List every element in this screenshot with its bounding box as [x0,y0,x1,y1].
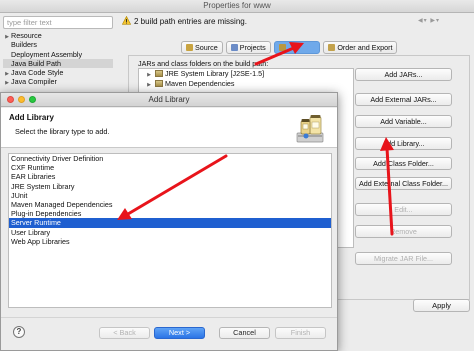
dialog-title: Add Library [148,95,190,104]
cancel-button[interactable]: Cancel [219,327,270,339]
dialog-header: Add Library Select the library type to a… [1,108,337,148]
back-button[interactable]: < Back [99,327,150,339]
nav-item-label: Builders [11,40,37,50]
finish-button[interactable]: Finish [275,327,326,339]
add-jars-button[interactable]: Add JARs... [355,68,452,81]
nav-item[interactable]: ▶ Resource [3,31,113,40]
tab-source[interactable]: Source [181,41,223,54]
library-type-item[interactable]: Maven Managed Dependencies [9,200,331,209]
library-jars-icon [296,115,324,143]
properties-titlebar: Properties for www [0,0,474,13]
status-message-text: 2 build path entries are missing. [134,17,247,26]
tab-label: Source [195,43,218,52]
apply-button[interactable]: Apply [413,299,470,312]
library-icon [155,70,163,77]
source-folder-icon [186,44,193,51]
library-type-item[interactable]: CXF Runtime [9,163,331,172]
properties-nav-tree: ▶ Resource Builders Deployment Assembly Java… [3,31,113,97]
library-type-item[interactable]: Connectivity Driver Definition [9,154,331,163]
add-library-button[interactable]: Add Library... [355,137,452,150]
nav-item[interactable]: Deployment Assembly [3,50,113,59]
add-library-dialog: Add Library Add Library Select the libra… [0,92,338,351]
nav-item[interactable]: Builders [3,40,113,49]
library-type-item[interactable]: JUnit [9,191,331,200]
nav-item-label: Deployment Assembly [11,49,83,59]
add-variable-button[interactable]: Add Variable... [355,115,452,128]
dialog-footer-divider [1,317,337,318]
help-icon[interactable]: ? [13,326,25,338]
library-type-item[interactable]: Server Runtime [9,218,331,228]
back-dropdown-icon[interactable]: ▾ [424,18,428,24]
library-type-item[interactable]: EAR Libraries [9,172,331,181]
build-path-entry-label: JRE System Library [J2SE-1.5] [165,69,265,78]
expand-arrow-icon[interactable]: ▶ [3,79,11,88]
tab-label: Order and Export [337,43,393,52]
library-type-item[interactable]: JRE System Library [9,182,331,191]
build-path-entry[interactable]: ▶ JRE System Library [J2SE-1.5] [139,69,353,79]
tab-libraries[interactable]: Libraries [273,41,321,54]
expand-arrow-icon[interactable]: ▶ [145,80,153,90]
build-path-entry[interactable]: ▶ Maven Dependencies [139,79,353,89]
build-path-entry-label: Maven Dependencies [165,79,235,88]
edit-button[interactable]: Edit... [355,203,452,216]
add-class-folder-button[interactable]: Add Class Folder... [355,157,452,170]
nav-item-label: Java Compiler [11,77,57,87]
forward-dropdown-icon[interactable]: ▾ [436,18,440,24]
add-external-jars-button[interactable]: Add External JARs... [355,93,452,106]
status-message: 2 build path entries are missing. [122,16,247,27]
jars-label: JARs and class folders on the build path… [138,59,269,68]
build-path-tabs: Source Projects Libraries Order and Export [181,41,398,54]
next-button[interactable]: Next > [154,327,205,339]
tab-projects[interactable]: Projects [225,41,271,54]
library-type-item[interactable]: Plug-in Dependencies [9,209,331,218]
add-external-class-folder-button[interactable]: Add External Class Folder... [355,177,452,190]
tab-label: Projects [239,43,266,52]
tab-label: Libraries [287,43,316,52]
warning-icon [122,16,131,25]
library-type-item[interactable]: Web App Libraries [9,237,331,246]
order-export-icon [328,44,336,51]
properties-title: Properties for www [203,1,271,10]
nav-item[interactable]: ▶ Java Compiler [3,77,113,86]
library-type-list[interactable]: Connectivity Driver Definition CXF Runtim… [8,153,332,308]
nav-item-label: Resource [11,31,42,40]
nav-item-label: Java Build Path [11,58,61,68]
dialog-subtitle: Select the library type to add. [15,127,110,136]
remove-button[interactable]: Remove [355,225,452,238]
tab-order-and-export[interactable]: Order and Export [323,41,398,54]
filter-input[interactable]: type filter text [3,16,113,29]
dialog-heading: Add Library [9,113,54,122]
migrate-jar-file-button[interactable]: Migrate JAR File... [355,252,452,265]
nav-item[interactable]: Java Build Path [3,58,113,69]
projects-icon [230,44,238,51]
libraries-icon [278,44,286,51]
nav-item[interactable]: ▶ Java Code Style [3,68,113,77]
library-type-item[interactable]: User Library [9,228,331,237]
nav-item-label: Java Code Style [11,68,64,78]
history-nav-arrows[interactable]: ◀▾ ▶▾ [418,17,440,24]
library-icon [155,80,163,87]
dialog-titlebar: Add Library [1,93,337,107]
